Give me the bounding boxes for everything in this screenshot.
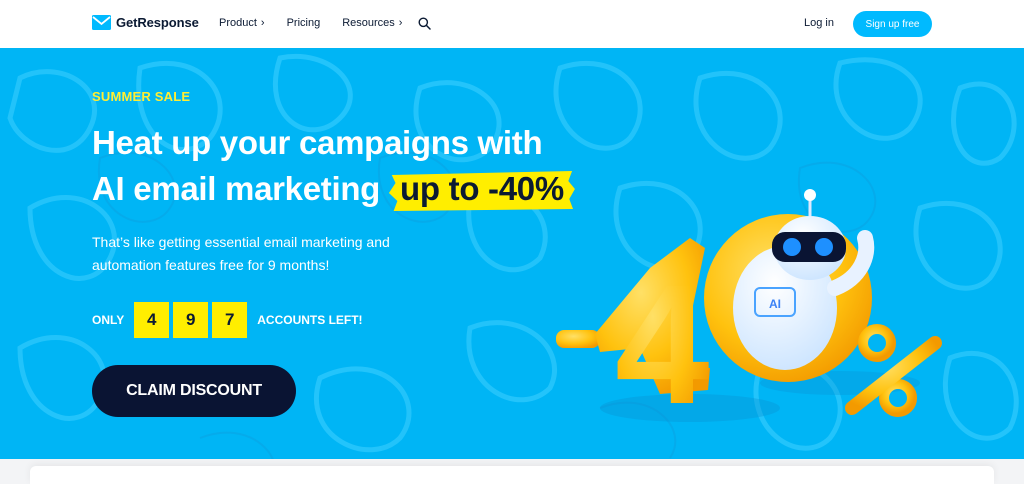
nav-product[interactable]: Product ›: [219, 17, 265, 29]
next-section-card: [30, 466, 994, 484]
login-link[interactable]: Log in: [804, 17, 834, 29]
ai-chip-label: AI: [769, 297, 781, 311]
minus-sign-shape: [556, 330, 600, 348]
counter-digit: 4: [134, 302, 170, 338]
top-navigation: GetResponse Product › Pricing Resources …: [0, 0, 1024, 48]
primary-menu: Product › Pricing Resources ›: [219, 17, 402, 29]
claim-discount-button[interactable]: CLAIM DISCOUNT: [92, 365, 296, 417]
minus-40-percent-illustration: 4 AI: [556, 189, 942, 440]
headline-line-1: Heat up your campaigns with: [92, 124, 543, 161]
chevron-right-icon: ›: [260, 16, 265, 29]
nav-pricing-label: Pricing: [286, 17, 321, 29]
nav-resources[interactable]: Resources ›: [342, 17, 402, 29]
chevron-right-icon: ›: [398, 16, 403, 29]
nav-product-label: Product: [219, 17, 257, 29]
counter-prefix: ONLY: [92, 313, 125, 327]
headline-line-2: AI email marketing up to -40%: [92, 166, 576, 212]
signup-button[interactable]: Sign up free: [853, 11, 932, 37]
discount-highlight: up to -40%: [388, 166, 576, 212]
brand-logo[interactable]: GetResponse: [92, 15, 199, 30]
promo-eyebrow: SUMMER SALE: [92, 89, 191, 104]
counter-digit: 9: [173, 302, 209, 338]
counter-suffix: ACCOUNTS LEFT!: [257, 313, 363, 327]
hero-subtext: That’s like getting essential email mark…: [92, 234, 390, 273]
nav-resources-label: Resources: [342, 17, 395, 29]
digit-four-shape: 4: [615, 250, 710, 440]
brand-name: GetResponse: [116, 15, 199, 30]
discount-highlight-text: up to -40%: [400, 170, 564, 207]
headline-line-2-text: AI email marketing: [92, 170, 381, 207]
accounts-left-counter: ONLY 4 9 7 ACCOUNTS LEFT!: [92, 302, 363, 338]
counter-digits: 4 9 7: [134, 302, 248, 338]
counter-digit: 7: [212, 302, 248, 338]
envelope-logo-icon: [92, 15, 111, 30]
search-icon[interactable]: [418, 17, 431, 30]
hero-headline: Heat up your campaigns with AI email mar…: [92, 120, 576, 212]
hero-banner: SUMMER SALE Heat up your campaigns with …: [0, 48, 1024, 459]
nav-pricing[interactable]: Pricing: [287, 17, 321, 29]
